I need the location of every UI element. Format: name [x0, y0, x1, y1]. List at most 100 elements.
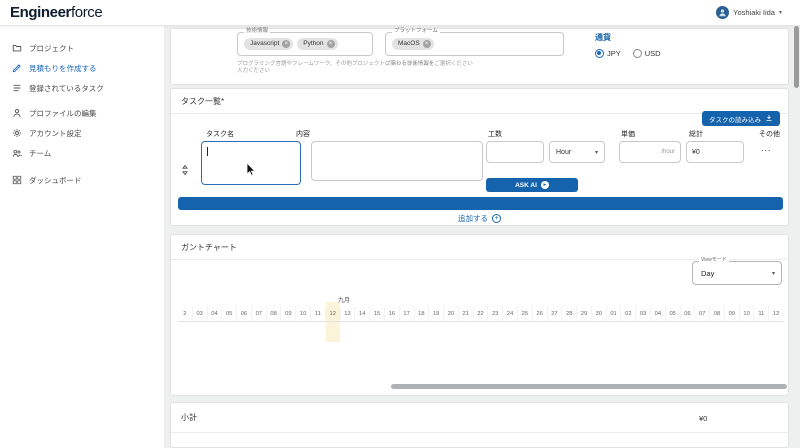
- sidebar-items: プロジェクト見積もりを作成する登録されているタスクプロファイルの編集アカウント設…: [0, 38, 164, 190]
- gantt-day: 05: [665, 306, 680, 321]
- close-circle-icon[interactable]: ×: [282, 40, 290, 48]
- import-icon: [765, 114, 773, 124]
- gantt-day: 12: [325, 306, 340, 321]
- sidebar-item-create-estimate[interactable]: 見積もりを作成する: [0, 58, 164, 78]
- folder-icon: [12, 43, 22, 53]
- effort-unit-select[interactable]: Hour ▾: [549, 141, 605, 163]
- gantt-day: 16: [384, 306, 399, 321]
- gantt-month-label: 九月: [338, 295, 350, 304]
- gantt-day: 25: [517, 306, 532, 321]
- gantt-timeline: 九月 2030405060708091011121314151617181920…: [178, 293, 783, 322]
- header: Engineerforce Yoshiaki Iida ▾: [0, 0, 800, 26]
- gantt-day: 24: [502, 306, 517, 321]
- close-circle-icon[interactable]: ×: [327, 40, 335, 48]
- gantt-day: 28: [561, 306, 576, 321]
- task-list-title: タスク一覧*: [171, 89, 788, 114]
- currency-label: 通貨: [595, 32, 661, 43]
- platform-tags: MacOS×: [386, 33, 563, 55]
- ask-ai-button[interactable]: ASK AI ▸: [486, 178, 578, 192]
- person-icon: [12, 108, 22, 118]
- task-footer-bar: [178, 197, 783, 210]
- gantt-day: 21: [458, 306, 473, 321]
- load-tasks-button[interactable]: タスクの読み込み: [702, 111, 780, 126]
- sidebar-item-registered-tasks[interactable]: 登録されているタスク: [0, 78, 164, 98]
- user-menu[interactable]: Yoshiaki Iida ▾: [716, 6, 782, 19]
- sidebar-item-edit-profile[interactable]: プロファイルの編集: [0, 103, 164, 123]
- tag-javascript: Javascript×: [244, 38, 293, 50]
- sidebar-item-dashboard[interactable]: ダッシュボード: [0, 170, 164, 190]
- subtotal-label: 小計: [181, 412, 197, 423]
- gantt-day: 07: [251, 306, 266, 321]
- platform-field[interactable]: プラットフォーム MacOS×: [385, 32, 564, 56]
- view-mode-select[interactable]: Viewモード Day ▾: [692, 261, 782, 285]
- col-task-name: タスク名: [206, 129, 234, 139]
- gantt-day: 13: [340, 306, 355, 321]
- gantt-day: 26: [532, 306, 547, 321]
- pencil-icon: [12, 63, 22, 73]
- grid-icon: [12, 175, 22, 185]
- tech-info-field[interactable]: 技術情報 Javascript× Python×: [237, 32, 373, 56]
- sidebar-item-account-settings[interactable]: アカウント設定: [0, 123, 164, 143]
- chevron-down-icon: ▾: [595, 149, 598, 156]
- gantt-horizontal-scrollbar[interactable]: [391, 384, 787, 389]
- sidebar-item-team[interactable]: チーム: [0, 143, 164, 163]
- gantt-day: 03: [635, 306, 650, 321]
- gantt-day: 2: [178, 306, 192, 321]
- sidebar-item-projects[interactable]: プロジェクト: [0, 38, 164, 58]
- gantt-day: 08: [266, 306, 281, 321]
- gear-icon: [12, 128, 22, 138]
- gantt-day: 19: [428, 306, 443, 321]
- col-effort: 工数: [488, 129, 502, 139]
- chevron-down-icon: ▾: [779, 9, 782, 16]
- gantt-day: 17: [399, 306, 414, 321]
- gantt-day: 08: [709, 306, 724, 321]
- gantt-day: 18: [414, 306, 429, 321]
- gantt-day: 30: [591, 306, 606, 321]
- tag-python: Python×: [297, 38, 337, 50]
- tech-tags: Javascript× Python×: [238, 33, 372, 55]
- user-avatar: [716, 6, 729, 19]
- drag-handle-icon[interactable]: [180, 163, 190, 181]
- gantt-month-row: 九月: [178, 293, 783, 306]
- tech-info-label: 技術情報: [244, 29, 270, 35]
- gantt-day: 07: [694, 306, 709, 321]
- view-mode-value: Day: [701, 269, 714, 278]
- gantt-day: 05: [221, 306, 236, 321]
- user-name: Yoshiaki Iida: [733, 8, 775, 17]
- task-name-input[interactable]: [201, 141, 301, 185]
- effort-input[interactable]: [486, 141, 544, 163]
- currency-radio-jpy[interactable]: JPY: [595, 49, 621, 58]
- gantt-day: 10: [295, 306, 310, 321]
- platform-label: プラットフォーム: [392, 29, 440, 35]
- gantt-day: 20: [443, 306, 458, 321]
- page-vertical-scrollbar[interactable]: [794, 26, 799, 88]
- currency-radio-usd[interactable]: USD: [633, 49, 661, 58]
- gantt-days: 2030405060708091011121314151617181920212…: [178, 306, 783, 322]
- gantt-day: 06: [236, 306, 251, 321]
- gantt-day: 09: [724, 306, 739, 321]
- gantt-day: 03: [192, 306, 207, 321]
- gantt-card: ガントチャート Viewモード Day ▾ 九月 203040506070809…: [170, 234, 789, 396]
- task-content-textarea[interactable]: [311, 141, 483, 181]
- gantt-day: 04: [650, 306, 665, 321]
- close-circle-icon[interactable]: ×: [423, 40, 431, 48]
- unit-price-input[interactable]: /hour: [619, 141, 681, 163]
- task-list-card: タスク一覧* タスクの読み込み タスク名 内容 工数 単価 総計 その他 Hou…: [170, 88, 789, 226]
- col-other: その他: [759, 129, 780, 139]
- chevron-down-icon: ▾: [772, 270, 775, 277]
- logo-rest: force: [71, 4, 102, 21]
- plus-circle-icon: +: [492, 214, 501, 223]
- gantt-day: 09: [280, 306, 295, 321]
- gantt-day: 23: [487, 306, 502, 321]
- sidebar: プロジェクト見積もりを作成する登録されているタスクプロファイルの編集アカウント設…: [0, 26, 165, 448]
- gantt-title: ガントチャート: [171, 235, 788, 260]
- gantt-day: 01: [606, 306, 621, 321]
- row-more-button[interactable]: ...: [761, 143, 772, 153]
- team-icon: [12, 148, 22, 158]
- gantt-day: 11: [310, 306, 325, 321]
- gantt-day: 27: [547, 306, 562, 321]
- gantt-day: 06: [680, 306, 695, 321]
- add-task-button[interactable]: 追加する +: [171, 213, 788, 224]
- col-content: 内容: [296, 129, 310, 139]
- gantt-day: 22: [473, 306, 488, 321]
